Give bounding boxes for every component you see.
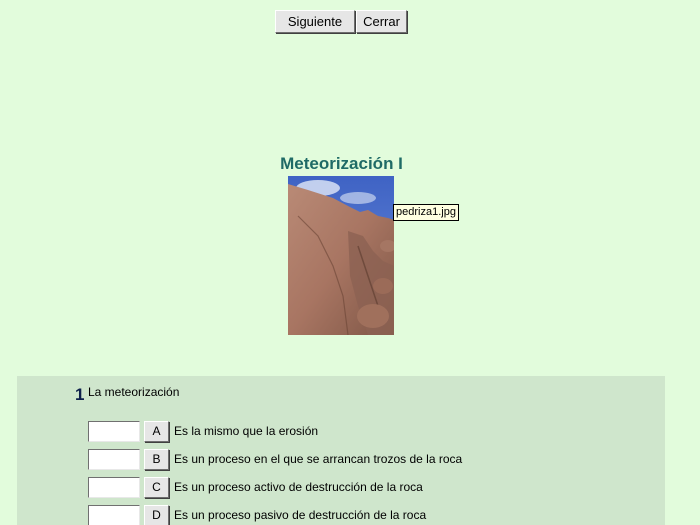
answer-row-d: D Es un proceso pasivo de destrucción de… (88, 505, 648, 525)
rock-photo-image (288, 176, 394, 335)
answer-button-d[interactable]: D (144, 505, 169, 525)
next-button[interactable]: Siguiente (275, 10, 355, 33)
answer-button-a[interactable]: A (144, 421, 169, 442)
answer-text-a: Es la mismo que la erosión (174, 424, 319, 438)
answer-input-c[interactable] (88, 477, 140, 498)
answer-text-c: Es un proceso activo de destrucción de l… (174, 480, 423, 494)
exercise-page: Siguiente Cerrar Meteorización I pedriza… (0, 0, 700, 525)
question-number: 1 (75, 385, 85, 404)
page-title: Meteorización I (280, 154, 403, 173)
question-text: La meteorización (88, 385, 180, 399)
answer-row-b: B Es un proceso en el que se arrancan tr… (88, 449, 648, 471)
answer-input-a[interactable] (88, 421, 140, 442)
answer-button-c[interactable]: C (144, 477, 169, 498)
answer-text-d: Es un proceso pasivo de destrucción de l… (174, 508, 427, 522)
close-button[interactable]: Cerrar (356, 10, 407, 33)
answer-row-a: A Es la mismo que la erosión (88, 421, 648, 443)
answer-input-b[interactable] (88, 449, 140, 470)
answer-text-b: Es un proceso en el que se arrancan troz… (174, 452, 463, 466)
answer-row-c: C Es un proceso activo de destrucción de… (88, 477, 648, 499)
rock-photo (288, 176, 394, 335)
answer-input-d[interactable] (88, 505, 140, 525)
answer-button-b[interactable]: B (144, 449, 169, 470)
image-tooltip: pedriza1.jpg (393, 204, 459, 221)
